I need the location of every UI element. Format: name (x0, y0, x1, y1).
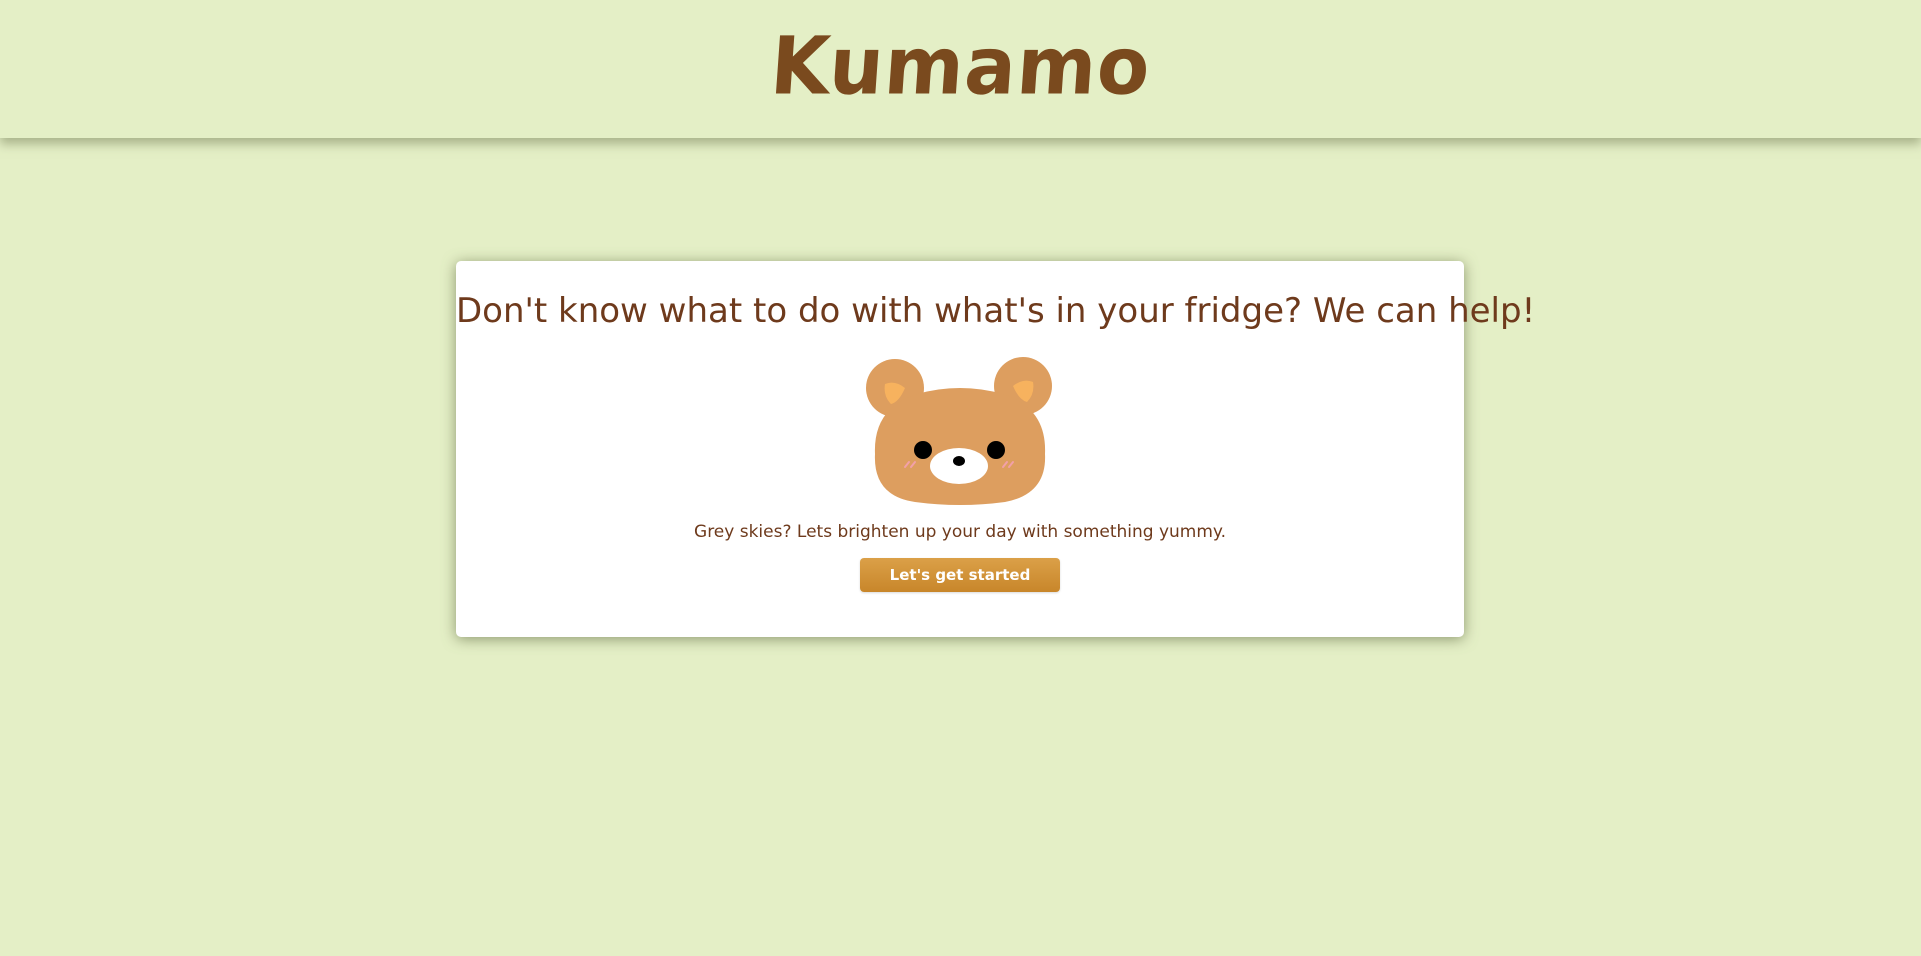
welcome-tagline: Grey skies? Lets brighten up your day wi… (694, 521, 1226, 542)
bear-left-eye (914, 440, 932, 459)
welcome-headline: Don't know what to do with what's in you… (456, 291, 1536, 331)
welcome-card: Don't know what to do with what's in you… (456, 261, 1536, 637)
bear-head (874, 387, 1046, 505)
site-logo[interactable]: Kumamo (767, 18, 1153, 111)
bear-nose (953, 455, 965, 466)
bear-right-eye (987, 440, 1005, 459)
site-header: Kumamo (0, 0, 1921, 138)
get-started-button[interactable]: Let's get started (860, 557, 1060, 592)
bear-face-icon (866, 356, 1052, 505)
